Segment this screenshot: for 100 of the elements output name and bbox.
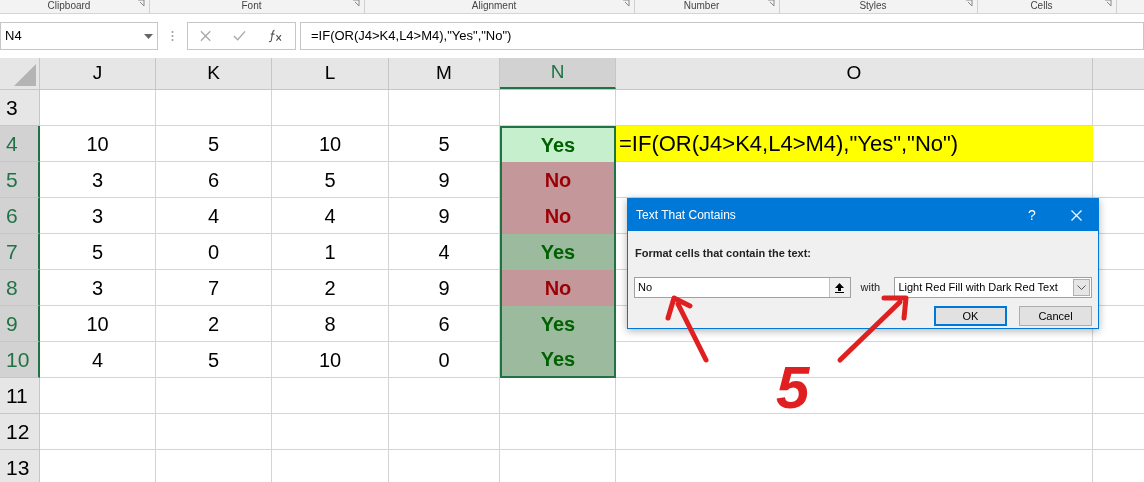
row-header[interactable]: 4 [0,126,40,162]
column-header[interactable]: K [156,58,272,89]
dialog-prompt: Format cells that contain the text: [635,247,812,259]
grid-cell[interactable]: 3 [40,270,156,306]
caret-icon[interactable] [144,33,153,39]
dialog-title: Text That Contains [636,207,737,224]
check-icon[interactable] [233,30,247,42]
table-cell-text: 4 [438,239,450,265]
grid-cell[interactable]: 2 [272,270,389,306]
upload-arrow-icon[interactable] [835,282,844,293]
dialog-launcher-icon[interactable] [1105,0,1112,7]
ribbon-group-label: Alignment [470,0,518,12]
dialog-button[interactable]: Cancel [1019,306,1092,326]
collapse-button[interactable] [828,278,850,297]
grid-cell[interactable] [272,378,389,414]
function-icon[interactable] [268,29,283,43]
grid-cell[interactable]: 10 [40,126,156,162]
grid-cell[interactable]: 6 [156,162,272,198]
grid-cell[interactable]: 4 [272,198,389,234]
column-header[interactable]: L [272,58,389,89]
grid-cell[interactable]: 5 [272,162,389,198]
cancel-icon[interactable] [200,30,212,42]
grid-cell[interactable] [500,414,616,450]
table-cell-text: 10 [86,311,109,337]
result-cell[interactable]: Yes [500,234,616,270]
table-cell-text: 1 [324,239,336,265]
grid-cell[interactable] [272,414,389,450]
table-cell-text: 10 [318,131,342,157]
chevron-down-icon[interactable] [1077,285,1086,290]
row-header[interactable]: 3 [0,90,40,126]
grid-cell[interactable]: 2 [156,306,272,342]
drag-handle-icon[interactable] [171,30,174,42]
dialog-launcher-icon[interactable] [966,0,973,7]
column-header[interactable]: J [40,58,156,89]
row-header[interactable]: 13 [0,450,40,482]
grid-cell[interactable]: 10 [272,342,389,378]
grid-cell[interactable] [389,378,500,414]
grid-cell[interactable] [156,414,272,450]
result-cell[interactable]: Yes [500,126,616,162]
grid-cell[interactable]: 10 [272,126,389,162]
grid-cell[interactable]: 3 [40,162,156,198]
table-cell-text: 7 [207,275,220,301]
table-cell-text: 5 [207,131,220,157]
grid-cell[interactable] [389,90,500,126]
formula-note: =IF(OR(J4>K4,L4>M4),"Yes","No") [616,126,1093,162]
grid-cell[interactable]: 4 [156,198,272,234]
format-dropdown[interactable]: Light Red Fill with Dark Red Text [894,277,1092,298]
ribbon-group-label: Font [240,0,263,12]
grid-cell[interactable]: 7 [156,270,272,306]
row-header[interactable]: 5 [0,162,40,198]
help-button[interactable]: ? [1010,199,1054,231]
text-input-field[interactable]: No [634,277,851,298]
grid-cell[interactable] [40,378,156,414]
table-cell-text: 5 [207,347,220,373]
dialog-launcher-icon[interactable] [138,0,145,7]
row-header[interactable]: 10 [0,342,40,378]
table-cell-text: 0 [438,347,450,373]
dialog-launcher-icon[interactable] [623,0,630,7]
grid-cell[interactable]: 5 [40,234,156,270]
grid-cell[interactable] [40,90,156,126]
row-header[interactable]: 9 [0,306,40,342]
close-icon[interactable] [1070,209,1082,221]
grid-cell[interactable] [156,378,272,414]
select-all-icon[interactable] [14,64,36,86]
dialog-launcher-icon[interactable] [353,0,360,7]
grid-cell[interactable]: 8 [272,306,389,342]
grid-cell[interactable]: 1 [272,234,389,270]
row-header[interactable]: 7 [0,234,40,270]
with-label: with [860,280,882,296]
grid-cell[interactable] [156,90,272,126]
table-cell-text: 0 [207,239,220,265]
grid-cell[interactable] [389,414,500,450]
grid-cell[interactable]: 0 [156,234,272,270]
table-cell-text: 3 [91,203,104,229]
name-box[interactable]: N4 [0,22,158,50]
table-cell-text: 3 [91,167,104,193]
table-cell-text: 10 [86,131,109,157]
grid-cell[interactable]: 10 [40,306,156,342]
grid-cell[interactable] [272,90,389,126]
row-header[interactable]: 8 [0,270,40,306]
result-cell[interactable]: Yes [500,306,616,342]
row-header[interactable]: 6 [0,198,40,234]
grid-cell[interactable]: 5 [156,342,272,378]
table-cell-text: 8 [324,311,336,337]
row-header[interactable]: 12 [0,414,40,450]
grid-cell[interactable] [40,414,156,450]
row-header[interactable]: 11 [0,378,40,414]
dialog-launcher-icon[interactable] [768,0,775,7]
column-header[interactable]: N [500,58,616,89]
formula-field[interactable]: =IF(OR(J4>K4,L4>M4),"Yes","No") [300,22,1144,50]
dialog-button[interactable]: OK [934,306,1007,326]
grid-cell[interactable] [500,378,616,414]
table-cell-text: 9 [438,275,450,301]
grid-cell[interactable] [616,414,1093,450]
grid-cell[interactable]: 4 [40,342,156,378]
table-cell-text: 4 [324,203,336,229]
result-cell[interactable]: Yes [500,342,616,378]
table-cell-text: 2 [324,275,336,301]
grid-cell[interactable]: 5 [156,126,272,162]
grid-cell[interactable]: 3 [40,198,156,234]
